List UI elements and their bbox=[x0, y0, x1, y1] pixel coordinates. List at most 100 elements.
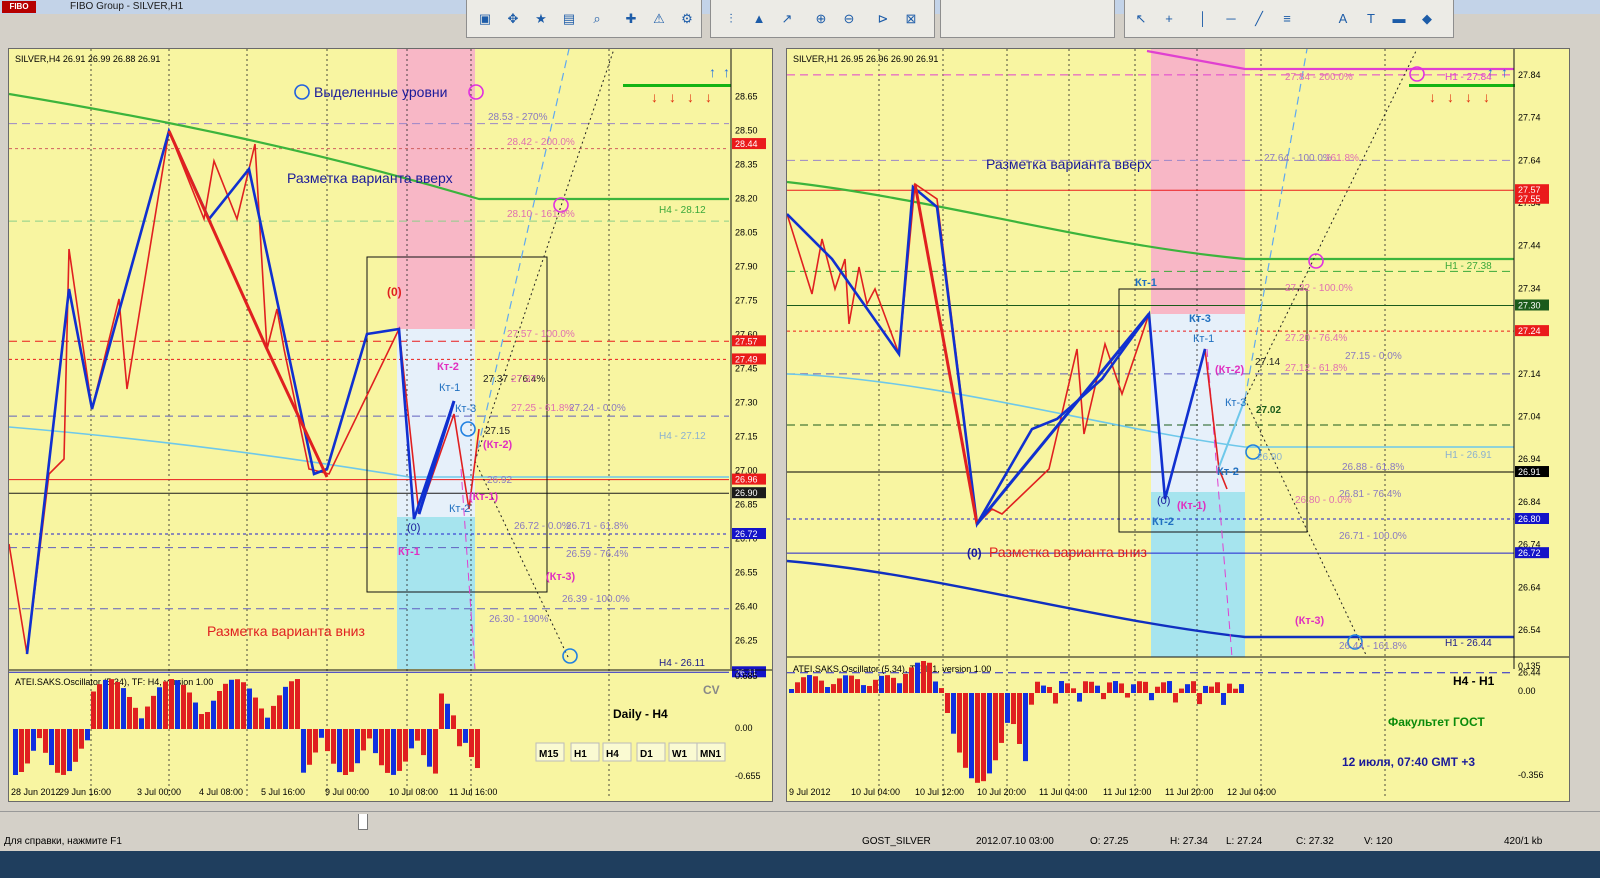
toolbar-button-5[interactable]: ⌕ bbox=[586, 8, 608, 30]
price-tick-h4-4: 28.20 bbox=[735, 193, 758, 203]
toolbar-button-8[interactable]: ⚙ bbox=[676, 8, 698, 30]
osc-bar-h4-37 bbox=[229, 679, 234, 729]
toolbar-button-4[interactable]: ▤ bbox=[558, 8, 580, 30]
osc-bar-h4-59 bbox=[361, 729, 366, 751]
osc-bar-h4-66 bbox=[403, 729, 408, 762]
signal-arrow-3: ↓ bbox=[651, 89, 658, 105]
toolbar-button-6[interactable]: ✚ bbox=[620, 8, 642, 30]
osc-bar-h1-3 bbox=[801, 677, 806, 693]
osc-bar-h4-5 bbox=[37, 729, 42, 739]
toolbar-button-24[interactable]: ▬ bbox=[1388, 8, 1410, 30]
toolbar-button-22[interactable]: A bbox=[1332, 8, 1354, 30]
label-h4-kt3: Кт-3 bbox=[455, 403, 476, 415]
osc-bar-h1-67 bbox=[1185, 684, 1190, 693]
osc-bar-h4-50 bbox=[307, 729, 312, 765]
osc-bar-h4-9 bbox=[61, 729, 66, 775]
toolbar-button-2[interactable]: ✥ bbox=[502, 8, 524, 30]
toolbar-button-3[interactable]: ★ bbox=[530, 8, 552, 30]
osc-bar-h4-77 bbox=[469, 729, 474, 758]
osc-bar-h4-57 bbox=[349, 729, 354, 772]
osc-bar-h1-70 bbox=[1203, 685, 1208, 693]
tf-button-h1[interactable]: H1 bbox=[574, 749, 587, 760]
label-h4-down: Разметка варианта вниз bbox=[207, 623, 365, 639]
toolbar-button-19[interactable]: ─ bbox=[1220, 8, 1242, 30]
tab-4[interactable] bbox=[288, 814, 296, 830]
tf-button-mn1[interactable]: MN1 bbox=[700, 749, 722, 760]
osc-bar-h4-48 bbox=[295, 679, 300, 729]
toolbar-button-25[interactable]: ◆ bbox=[1416, 8, 1438, 30]
tab-3[interactable] bbox=[199, 814, 207, 830]
level-label-h4-3: 28.10 - 161.8% bbox=[507, 209, 575, 220]
toolbar-button-17[interactable]: + bbox=[1158, 8, 1180, 30]
osc-bar-h1-74 bbox=[1227, 683, 1232, 693]
toolbar-button-23[interactable]: T bbox=[1360, 8, 1382, 30]
osc-bar-h4-14 bbox=[91, 691, 96, 729]
ma-lightblue bbox=[9, 426, 729, 478]
label-h4-zero2: (0) bbox=[407, 522, 420, 534]
tab-5[interactable] bbox=[357, 814, 368, 830]
price-tick-h1-2: 27.74 bbox=[1518, 113, 1541, 123]
tab-6[interactable] bbox=[427, 814, 435, 830]
osc-bar-h1-43 bbox=[1041, 685, 1046, 693]
osc-bar-h1-22 bbox=[915, 662, 920, 693]
label-h4-kt2b: (Кт-2) bbox=[483, 439, 513, 451]
osc-bar-h1-12 bbox=[855, 679, 860, 693]
osc-bar-h4-8 bbox=[55, 729, 60, 773]
toolbar-button-10[interactable]: ▲ bbox=[748, 8, 770, 30]
osc-bar-h4-67 bbox=[409, 729, 414, 749]
toolbar-button-14[interactable]: ⊳ bbox=[872, 8, 894, 30]
osc-bar-h4-43 bbox=[265, 717, 270, 729]
osc-bar-h4-18 bbox=[115, 681, 120, 729]
osc-bar-h1-25 bbox=[933, 681, 938, 693]
level-label-h4-16: 26.30 - 190% bbox=[489, 614, 549, 625]
osc-bar-h4-70 bbox=[427, 729, 432, 767]
osc-bar-h4-41 bbox=[253, 697, 258, 729]
osc-bar-h4-36 bbox=[223, 683, 228, 729]
osc-tick-h1-2: 0.00 bbox=[1518, 686, 1536, 696]
toolbar-button-20[interactable]: ╱ bbox=[1248, 8, 1270, 30]
price-tick-h4-5: 28.05 bbox=[735, 227, 758, 237]
toolbar-button-7[interactable]: ⚠ bbox=[648, 8, 670, 30]
level-label-h1-5: H1 - 27.38 bbox=[1445, 261, 1492, 272]
osc-bar-h1-16 bbox=[879, 675, 884, 693]
tab-1[interactable] bbox=[4, 814, 12, 830]
toolbar-button-12[interactable]: ⊕ bbox=[810, 8, 832, 30]
chart-window-h1[interactable]: ↑ ↑ ↓ ↓ ↓ ↓ SILVER,H1 26.95 26.96 26.90 26.91 2… bbox=[786, 48, 1570, 802]
chart-window-h4[interactable]: ↑ ↑ ↓ ↓ ↓ ↓ SILVER,H4 26.91 26.99 26.88 26.91 2… bbox=[8, 48, 773, 802]
osc-bar-h4-19 bbox=[121, 688, 126, 729]
osc-bar-h1-72 bbox=[1215, 682, 1220, 693]
toolbar-button-9[interactable]: ⫶ bbox=[720, 8, 742, 30]
price-tick-h1-6: 27.34 bbox=[1518, 283, 1541, 293]
osc-bar-h4-52 bbox=[319, 729, 324, 738]
toolbar-button-18[interactable]: │ bbox=[1192, 8, 1214, 30]
signal-arrow-h1-3: ↓ bbox=[1429, 89, 1436, 105]
osc-bar-h1-11 bbox=[849, 675, 854, 693]
level-label-h1-7: 27.20 - 76.4% bbox=[1285, 333, 1347, 344]
toolbar-button-16[interactable]: ↖ bbox=[1130, 8, 1152, 30]
price-line-blue-h1 bbox=[787, 184, 1207, 528]
osc-bar-h1-35 bbox=[993, 693, 998, 761]
tf-button-w1[interactable]: W1 bbox=[672, 749, 687, 760]
toolbar-button-21[interactable]: ≡ bbox=[1276, 8, 1298, 30]
toolbar-button-11[interactable]: ↗ bbox=[776, 8, 798, 30]
app-logo: FIBO bbox=[2, 1, 36, 13]
chart-h4-canvas[interactable]: ↑ ↑ ↓ ↓ ↓ ↓ SILVER,H4 26.91 26.99 26.88 26.91 2… bbox=[9, 49, 773, 802]
tab-2[interactable] bbox=[105, 814, 113, 830]
level-label-h1-10: H1 - 26.91 bbox=[1445, 450, 1492, 461]
osc-bar-h1-62 bbox=[1155, 686, 1160, 693]
status-bar: Для справки, нажмите F1 GOST_SILVER 2012… bbox=[0, 833, 1600, 851]
toolbar-button-15[interactable]: ⊠ bbox=[900, 8, 922, 30]
tf-button-d1[interactable]: D1 bbox=[640, 749, 653, 760]
tf-button-h4[interactable]: H4 bbox=[606, 749, 619, 760]
status-close: C: 27.32 bbox=[1296, 836, 1334, 847]
chart-h1-canvas[interactable]: ↑ ↑↓ ↓ ↓ ↓SILVER,H1 26.95 26.96 26.90 26.912… bbox=[787, 49, 1570, 802]
osc-bar-h1-58 bbox=[1131, 684, 1136, 693]
date-tick-h4-1: 28 Jun 2012 bbox=[11, 787, 61, 797]
osc-bar-h1-49 bbox=[1077, 693, 1082, 702]
osc-bar-h4-44 bbox=[271, 705, 276, 729]
toolbar-button-13[interactable]: ⊖ bbox=[838, 8, 860, 30]
price-tick-h4-16: 26.40 bbox=[735, 602, 758, 612]
toolbar-button-1[interactable]: ▣ bbox=[474, 8, 496, 30]
tf-button-m15[interactable]: M15 bbox=[539, 749, 559, 760]
osc-bar-h1-17 bbox=[885, 675, 890, 693]
